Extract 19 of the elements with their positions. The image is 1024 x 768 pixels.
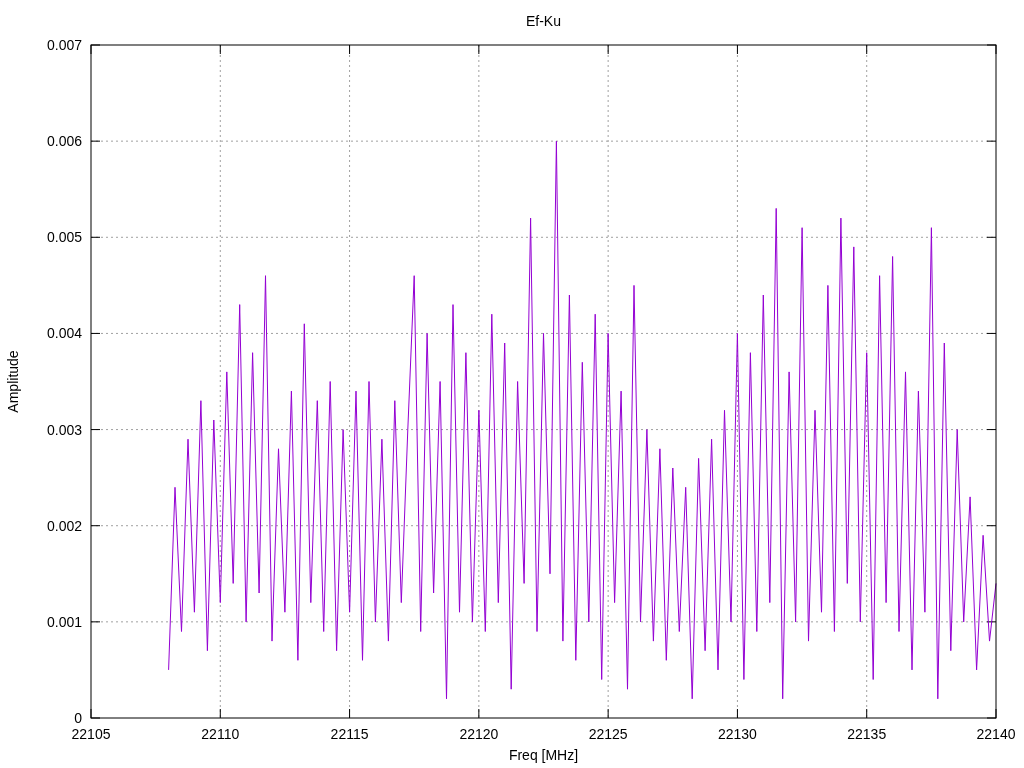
tick-label: 0 xyxy=(74,710,82,726)
tick-label: 0.004 xyxy=(46,325,82,342)
tick-label: 0.006 xyxy=(46,133,82,150)
tick-label: 22120 xyxy=(459,726,499,742)
tick-label: 0.002 xyxy=(46,517,82,534)
tick-label: 22110 xyxy=(201,726,240,742)
chart-title: Ef-Ku xyxy=(526,13,561,29)
tick-label: 0.001 xyxy=(46,613,82,630)
tick-label: 0.003 xyxy=(46,421,82,438)
tick-label: 22115 xyxy=(330,726,369,742)
tick-label: 0.007 xyxy=(46,37,82,53)
tick-label: 22140 xyxy=(976,726,1016,742)
tick-label: 0.005 xyxy=(46,229,82,246)
tick-label: 22130 xyxy=(717,726,757,742)
tick-label: 22135 xyxy=(847,726,887,742)
tick-label: 22105 xyxy=(71,726,111,742)
tick-label: 22125 xyxy=(588,726,628,742)
axis-title: Amplitude xyxy=(5,350,21,413)
axis-title: Freq [MHz] xyxy=(508,747,579,763)
